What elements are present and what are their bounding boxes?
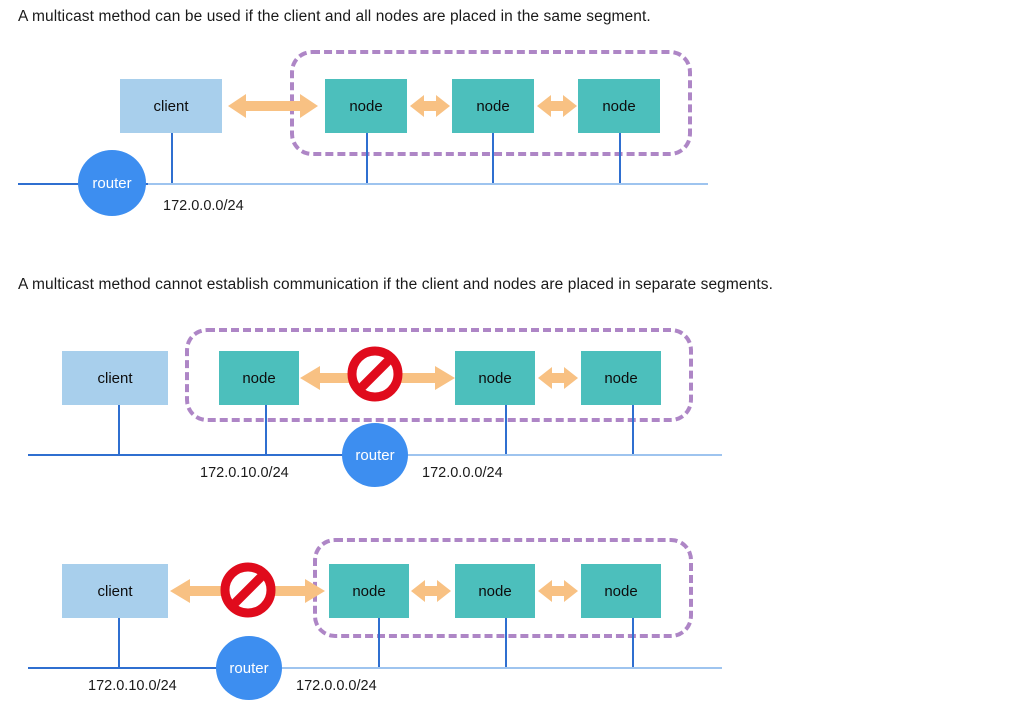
client-box-2: client (62, 351, 168, 405)
drop-line (118, 405, 120, 454)
bidirectional-arrow-icon (538, 364, 578, 392)
subnet-label-3-b: 172.0.0.0/24 (296, 678, 377, 694)
node-box-label: node (478, 582, 512, 600)
node-box-2-2: node (455, 351, 535, 405)
node-box-label: node (242, 369, 276, 387)
blocked-communication-icon (347, 346, 403, 402)
router-label: router (229, 659, 269, 677)
router-label: router (355, 446, 395, 464)
subnet-label-1-a: 172.0.0.0/24 (163, 198, 244, 214)
node-box-3-3: node (581, 564, 661, 618)
node-box-3-2: node (455, 564, 535, 618)
network-bus-line (372, 454, 722, 456)
network-bus-line (246, 667, 722, 669)
drop-line (378, 618, 380, 667)
network-bus-line (28, 454, 378, 456)
bidirectional-arrow-icon (411, 577, 451, 605)
subnet-label-2-b: 172.0.0.0/24 (422, 465, 503, 481)
bidirectional-arrow-icon (538, 577, 578, 605)
node-box-label: node (478, 369, 512, 387)
drop-line (118, 618, 120, 667)
client-box-3: client (62, 564, 168, 618)
router-label: router (92, 174, 132, 192)
client-box-label: client (97, 369, 133, 387)
drop-line (171, 133, 173, 183)
drop-line (505, 618, 507, 667)
drop-line (492, 133, 494, 183)
blocked-communication-icon (220, 562, 276, 618)
client-box-label: client (97, 582, 133, 600)
node-box-label: node (604, 369, 638, 387)
network-diagram-canvas: A multicast method can be used if the cl… (0, 0, 1024, 704)
drop-line (619, 133, 621, 183)
subnet-label-2-a: 172.0.10.0/24 (200, 465, 289, 481)
node-box-2-3: node (581, 351, 661, 405)
node-box-label: node (349, 97, 383, 115)
drop-line (632, 405, 634, 454)
node-box-1-3: node (578, 79, 660, 133)
section-2-caption: A multicast method cannot establish comm… (18, 276, 774, 293)
network-bus-line (148, 183, 708, 185)
bidirectional-arrow-icon (228, 92, 318, 120)
node-box-2-1: node (219, 351, 299, 405)
bidirectional-arrow-icon (410, 92, 450, 120)
router-node-3: router (216, 636, 282, 700)
node-box-label: node (352, 582, 386, 600)
drop-line (265, 405, 267, 454)
drop-line (366, 133, 368, 183)
node-box-1-2: node (452, 79, 534, 133)
drop-line (632, 618, 634, 667)
router-node-1: router (78, 150, 146, 216)
section-1-caption: A multicast method can be used if the cl… (18, 8, 651, 25)
router-node-2: router (342, 423, 408, 487)
node-box-label: node (476, 97, 510, 115)
client-box-1: client (120, 79, 222, 133)
bidirectional-arrow-icon (537, 92, 577, 120)
drop-line (505, 405, 507, 454)
node-box-label: node (604, 582, 638, 600)
node-box-label: node (602, 97, 636, 115)
node-box-1-1: node (325, 79, 407, 133)
node-box-3-1: node (329, 564, 409, 618)
subnet-label-3-a: 172.0.10.0/24 (88, 678, 177, 694)
client-box-label: client (153, 97, 189, 115)
